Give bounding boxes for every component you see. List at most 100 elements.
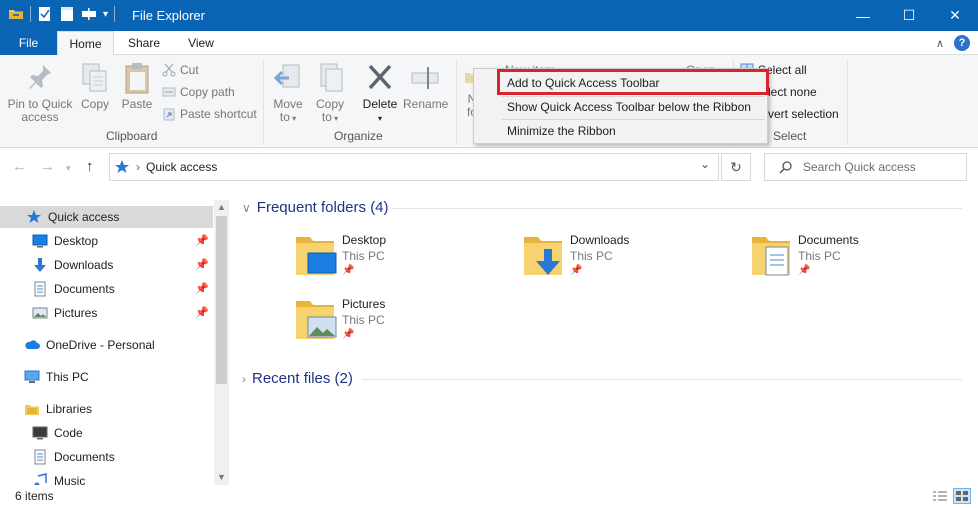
folder-tile-documents[interactable]: Documents This PC 📌 bbox=[752, 233, 952, 289]
window-title: File Explorer bbox=[132, 8, 205, 23]
scroll-up-icon[interactable]: ▲ bbox=[217, 202, 226, 212]
document-icon bbox=[32, 449, 48, 465]
desktop-icon bbox=[32, 233, 48, 249]
up-arrow-icon[interactable]: ↑ bbox=[86, 158, 94, 175]
copy-icon bbox=[82, 63, 107, 92]
downloads-folder-icon bbox=[524, 233, 566, 277]
recent-files-header[interactable]: › Recent files (2) bbox=[242, 370, 353, 387]
tab-home[interactable]: Home bbox=[57, 31, 114, 56]
pinned-icon: 📌 bbox=[195, 259, 209, 271]
nav-label: Pictures bbox=[54, 306, 98, 320]
folder-location: This PC bbox=[570, 249, 613, 263]
pinned-icon: 📌 bbox=[798, 265, 811, 276]
forward-arrow-icon[interactable]: → bbox=[40, 158, 55, 175]
scroll-down-icon[interactable]: ▼ bbox=[217, 472, 226, 482]
clipboard-group-label: Clipboard bbox=[106, 129, 158, 143]
highlight-annotation bbox=[497, 69, 769, 95]
scrollbar-thumb[interactable] bbox=[216, 216, 227, 384]
tab-file[interactable]: File bbox=[0, 31, 57, 55]
quick-access-star-icon bbox=[114, 159, 130, 175]
delete-icon bbox=[368, 64, 392, 90]
folder-name: Documents bbox=[798, 233, 859, 247]
cut-button[interactable]: Cut bbox=[162, 63, 199, 77]
folder-tile-downloads[interactable]: Downloads This PC 📌 bbox=[524, 233, 724, 289]
quick-access-toolbar: ▾ bbox=[8, 6, 116, 22]
paste-shortcut-button[interactable]: Paste shortcut bbox=[162, 107, 257, 121]
pin-to-quick-access-button[interactable]: Pin to Quick access bbox=[6, 61, 74, 124]
nav-item-onedrive[interactable]: OneDrive - Personal bbox=[0, 334, 213, 356]
minimize-button[interactable]: — bbox=[840, 0, 886, 31]
recent-files-title: Recent files (2) bbox=[252, 370, 353, 387]
new-folder-icon[interactable] bbox=[59, 6, 75, 22]
pinned-icon: 📌 bbox=[570, 265, 583, 276]
paste-label: Paste bbox=[121, 97, 153, 111]
nav-item-pictures[interactable]: Pictures 📌 bbox=[0, 302, 213, 324]
address-dropdown-icon[interactable]: ⌄ bbox=[700, 157, 710, 171]
tab-share[interactable]: Share bbox=[118, 31, 170, 55]
pin-icon bbox=[29, 65, 51, 89]
nav-item-this-pc[interactable]: This PC bbox=[0, 366, 213, 388]
maximize-button[interactable]: ☐ bbox=[886, 0, 932, 31]
qat-dropdown-icon[interactable]: ▾ bbox=[103, 9, 108, 20]
rename-icon bbox=[411, 67, 439, 89]
nav-label: Desktop bbox=[54, 234, 99, 248]
collapse-ribbon-icon[interactable]: ∧ bbox=[936, 37, 944, 50]
breadcrumb-separator-icon[interactable]: › bbox=[136, 160, 140, 174]
section-divider bbox=[362, 379, 962, 380]
download-arrow-icon bbox=[32, 257, 48, 273]
menu-item-show-qat-below-ribbon[interactable]: Show Quick Access Toolbar below the Ribb… bbox=[474, 96, 767, 118]
nav-item-quick-access[interactable]: Quick access bbox=[0, 206, 213, 228]
nav-item-desktop[interactable]: Desktop 📌 bbox=[0, 230, 213, 252]
copy-button[interactable]: Copy bbox=[78, 61, 112, 111]
invert-selection-button[interactable]: vert selection bbox=[768, 107, 839, 121]
section-divider bbox=[392, 208, 962, 209]
tab-view[interactable]: View bbox=[176, 31, 226, 55]
nav-label: Quick access bbox=[48, 210, 120, 224]
menu-item-minimize-ribbon[interactable]: Minimize the Ribbon bbox=[474, 120, 767, 142]
recent-locations-icon[interactable]: ▾ bbox=[66, 163, 71, 174]
address-bar[interactable]: › Quick access ⌄ bbox=[109, 153, 719, 181]
paste-shortcut-label: Paste shortcut bbox=[180, 107, 257, 121]
paste-button[interactable]: Paste bbox=[118, 61, 156, 111]
ribbon-tabs: File Home Share View ∧ ? bbox=[0, 31, 978, 56]
nav-item-downloads[interactable]: Downloads 📌 bbox=[0, 254, 213, 276]
move-to-icon bbox=[273, 64, 300, 88]
folder-tile-pictures[interactable]: Pictures This PC 📌 bbox=[296, 297, 496, 353]
breadcrumb-quick-access[interactable]: Quick access bbox=[146, 160, 217, 174]
nav-item-code[interactable]: Code bbox=[0, 422, 213, 444]
refresh-button[interactable]: ↻ bbox=[721, 153, 751, 181]
move-to-button[interactable]: Move to ▾ bbox=[270, 61, 306, 125]
large-icons-view-icon[interactable] bbox=[953, 488, 971, 504]
cut-label: Cut bbox=[180, 63, 199, 77]
close-button[interactable]: ✕ bbox=[932, 0, 978, 31]
nav-item-library-documents[interactable]: Documents bbox=[0, 446, 213, 468]
folder-icon[interactable] bbox=[8, 6, 24, 22]
delete-button[interactable]: Delete ▾ bbox=[360, 61, 400, 125]
copy-path-button[interactable]: Copy path bbox=[162, 85, 235, 99]
rename-icon[interactable] bbox=[81, 6, 97, 22]
search-box[interactable]: Search Quick access bbox=[764, 153, 967, 181]
help-icon[interactable]: ? bbox=[954, 35, 970, 51]
pinned-icon: 📌 bbox=[342, 265, 355, 276]
details-view-icon[interactable] bbox=[931, 488, 949, 504]
nav-item-libraries[interactable]: Libraries bbox=[0, 398, 213, 420]
paste-shortcut-icon bbox=[162, 107, 176, 121]
back-arrow-icon[interactable]: ← bbox=[12, 158, 27, 175]
nav-item-documents[interactable]: Documents 📌 bbox=[0, 278, 213, 300]
copy-to-button[interactable]: Copy to ▾ bbox=[312, 61, 348, 125]
nav-item-music[interactable]: Music bbox=[0, 470, 213, 485]
frequent-folders-header[interactable]: ∨ Frequent folders (4) bbox=[242, 199, 389, 216]
menu-item-label: Show Quick Access Toolbar below the Ribb… bbox=[507, 100, 751, 114]
nav-label: Libraries bbox=[46, 402, 93, 416]
select-none-button[interactable]: lect none bbox=[768, 85, 817, 99]
navigation-scrollbar[interactable]: ▲ ▼ bbox=[214, 200, 229, 485]
nav-label: This PC bbox=[46, 370, 89, 384]
move-to-label: Move bbox=[273, 97, 303, 111]
chevron-down-icon: ∨ bbox=[242, 200, 251, 215]
folder-tile-desktop[interactable]: Desktop This PC 📌 bbox=[296, 233, 496, 289]
delete-label: Delete bbox=[362, 97, 398, 111]
folder-name: Desktop bbox=[342, 233, 387, 247]
toolbar-separator bbox=[114, 6, 116, 22]
rename-button[interactable]: Rename bbox=[403, 61, 448, 111]
properties-icon[interactable] bbox=[37, 6, 53, 22]
